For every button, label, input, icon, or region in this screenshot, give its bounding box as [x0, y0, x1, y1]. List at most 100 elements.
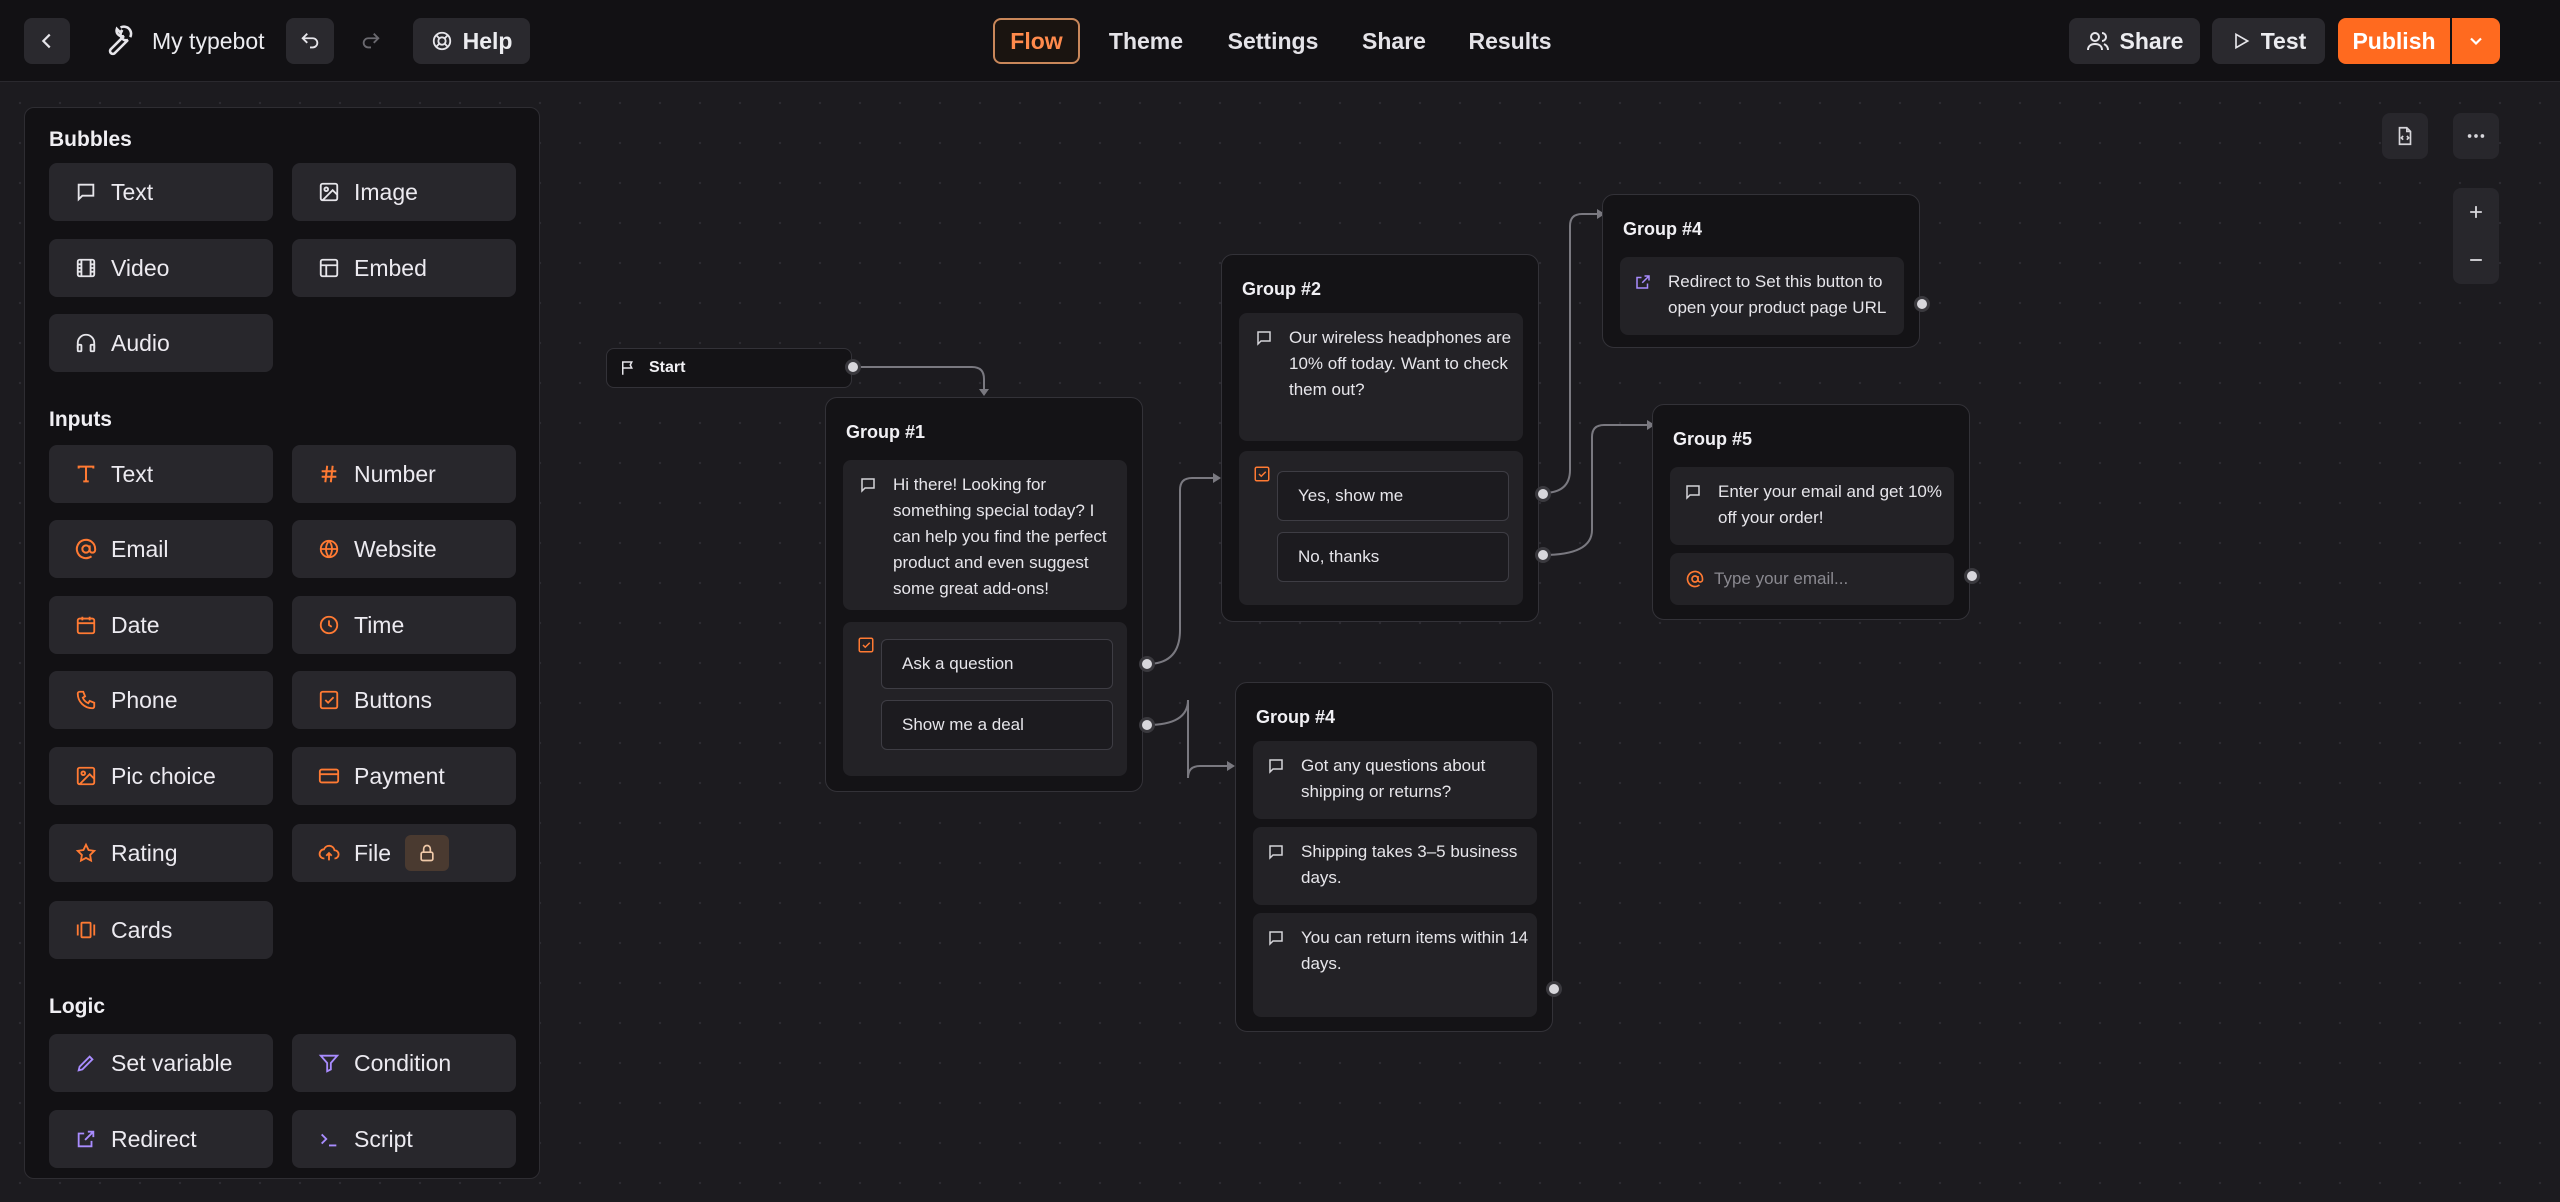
bubble-embed-label: Embed — [354, 254, 427, 281]
input-file-label: File — [354, 839, 392, 866]
choice-yes-show-me[interactable]: Yes, show me — [1277, 471, 1509, 521]
start-output-port[interactable] — [845, 359, 861, 375]
phone-icon — [73, 687, 99, 713]
bubble-image[interactable]: Image — [292, 163, 516, 221]
input-email-label: Email — [111, 535, 169, 562]
message-square-icon — [1684, 483, 1704, 531]
clock-icon — [316, 612, 342, 638]
group-2-message: Our wireless headphones are 10% off toda… — [1289, 328, 1512, 399]
port-ask-question[interactable] — [1139, 656, 1155, 672]
group-1-text-block[interactable]: Hi there! Looking for something special … — [843, 460, 1127, 610]
redirect-message: Redirect to Set this button to open your… — [1668, 272, 1887, 317]
input-cards-label: Cards — [111, 916, 173, 943]
at-sign-icon — [73, 536, 99, 562]
group-1-title: Group #1 — [846, 422, 926, 442]
inputs-title: Inputs — [49, 408, 112, 431]
input-buttons-label: Buttons — [354, 686, 432, 713]
input-number[interactable]: Number — [292, 445, 516, 503]
input-file[interactable]: File — [292, 824, 516, 882]
bubble-text[interactable]: Text — [49, 163, 273, 221]
input-cards[interactable]: Cards — [49, 901, 273, 959]
group-4-faq[interactable]: Group #4 Got any questions about shippin… — [1235, 682, 1553, 1032]
logic-script[interactable]: Script — [292, 1110, 516, 1168]
port-redirect[interactable] — [1914, 296, 1930, 312]
port-no-thanks[interactable] — [1535, 547, 1551, 563]
at-sign-icon — [1686, 570, 1704, 588]
group-1-buttons-block[interactable]: Ask a question Show me a deal — [843, 622, 1127, 776]
check-square-icon — [1253, 465, 1271, 483]
faq-message-1: Got any questions about shipping or retu… — [1301, 756, 1486, 801]
globe-icon — [316, 536, 342, 562]
input-rating[interactable]: Rating — [49, 824, 273, 882]
input-buttons[interactable]: Buttons — [292, 671, 516, 729]
faq-message-2: Shipping takes 3–5 business days. — [1301, 842, 1518, 887]
group-5-text-block[interactable]: Enter your email and get 10% off your or… — [1670, 467, 1954, 545]
input-date[interactable]: Date — [49, 596, 273, 654]
choice-yes-label: Yes, show me — [1298, 486, 1404, 505]
choice-show-deal-label: Show me a deal — [902, 715, 1024, 734]
input-payment-label: Payment — [354, 762, 445, 789]
email-input-block[interactable]: Type your email... — [1670, 553, 1954, 605]
input-payment[interactable]: Payment — [292, 747, 516, 805]
input-number-label: Number — [354, 460, 436, 487]
port-email[interactable] — [1964, 568, 1980, 584]
group-4-faq-title: Group #4 — [1256, 707, 1336, 727]
group-2-title: Group #2 — [1242, 279, 1322, 299]
bubble-audio[interactable]: Audio — [49, 314, 273, 372]
input-time-label: Time — [354, 611, 405, 638]
input-email[interactable]: Email — [49, 520, 273, 578]
external-link-icon — [1634, 273, 1654, 321]
choice-no-thanks[interactable]: No, thanks — [1277, 532, 1509, 582]
choice-ask-question[interactable]: Ask a question — [881, 639, 1113, 689]
external-link-icon — [73, 1126, 99, 1152]
port-show-deal[interactable] — [1139, 717, 1155, 733]
group-1-message: Hi there! Looking for something special … — [893, 475, 1107, 598]
logic-script-label: Script — [354, 1125, 413, 1152]
bubble-embed[interactable]: Embed — [292, 239, 516, 297]
input-text[interactable]: Text — [49, 445, 273, 503]
input-time[interactable]: Time — [292, 596, 516, 654]
flag-icon — [619, 359, 637, 377]
star-icon — [73, 840, 99, 866]
input-website[interactable]: Website — [292, 520, 516, 578]
faq-text-block-3[interactable]: You can return items within 14 days. — [1253, 913, 1537, 1017]
group-1[interactable]: Group #1 Hi there! Looking for something… — [825, 397, 1143, 792]
logic-condition[interactable]: Condition — [292, 1034, 516, 1092]
start-node[interactable]: Start — [606, 348, 852, 388]
choice-no-label: No, thanks — [1298, 547, 1380, 566]
port-yes-show-me[interactable] — [1535, 486, 1551, 502]
credit-card-icon — [316, 763, 342, 789]
choice-show-deal[interactable]: Show me a deal — [881, 700, 1113, 750]
group-2[interactable]: Group #2 Our wireless headphones are 10%… — [1221, 254, 1539, 622]
group-2-text-block[interactable]: Our wireless headphones are 10% off toda… — [1239, 313, 1523, 441]
group-5[interactable]: Group #5 Enter your email and get 10% of… — [1652, 404, 1970, 620]
group-4-redirect[interactable]: Group #4 Redirect to Set this button to … — [1602, 194, 1920, 348]
film-icon — [73, 255, 99, 281]
email-placeholder: Type your email... — [1714, 569, 1849, 588]
start-label: Start — [649, 359, 686, 376]
bubbles-title: Bubbles — [49, 128, 132, 151]
message-square-icon — [859, 476, 879, 602]
input-phone-label: Phone — [111, 686, 178, 713]
logic-redirect[interactable]: Redirect — [49, 1110, 273, 1168]
redirect-block[interactable]: Redirect to Set this button to open your… — [1620, 257, 1904, 335]
logic-redirect-label: Redirect — [111, 1125, 197, 1152]
faq-text-block-1[interactable]: Got any questions about shipping or retu… — [1253, 741, 1537, 819]
input-phone[interactable]: Phone — [49, 671, 273, 729]
headphones-icon — [73, 330, 99, 356]
port-faq[interactable] — [1546, 981, 1562, 997]
input-website-label: Website — [354, 535, 437, 562]
faq-text-block-2[interactable]: Shipping takes 3–5 business days. — [1253, 827, 1537, 905]
message-square-icon — [73, 179, 99, 205]
input-pic-choice[interactable]: Pic choice — [49, 747, 273, 805]
check-square-icon — [857, 636, 875, 654]
type-icon — [73, 461, 99, 487]
filter-icon — [316, 1050, 342, 1076]
input-pic-choice-label: Pic choice — [111, 762, 216, 789]
group-5-message: Enter your email and get 10% off your or… — [1718, 482, 1942, 527]
message-square-icon — [1255, 329, 1275, 403]
group-2-buttons-block[interactable]: Yes, show me No, thanks — [1239, 451, 1523, 605]
logic-condition-label: Condition — [354, 1049, 452, 1076]
bubble-video[interactable]: Video — [49, 239, 273, 297]
logic-set-variable[interactable]: Set variable — [49, 1034, 273, 1092]
